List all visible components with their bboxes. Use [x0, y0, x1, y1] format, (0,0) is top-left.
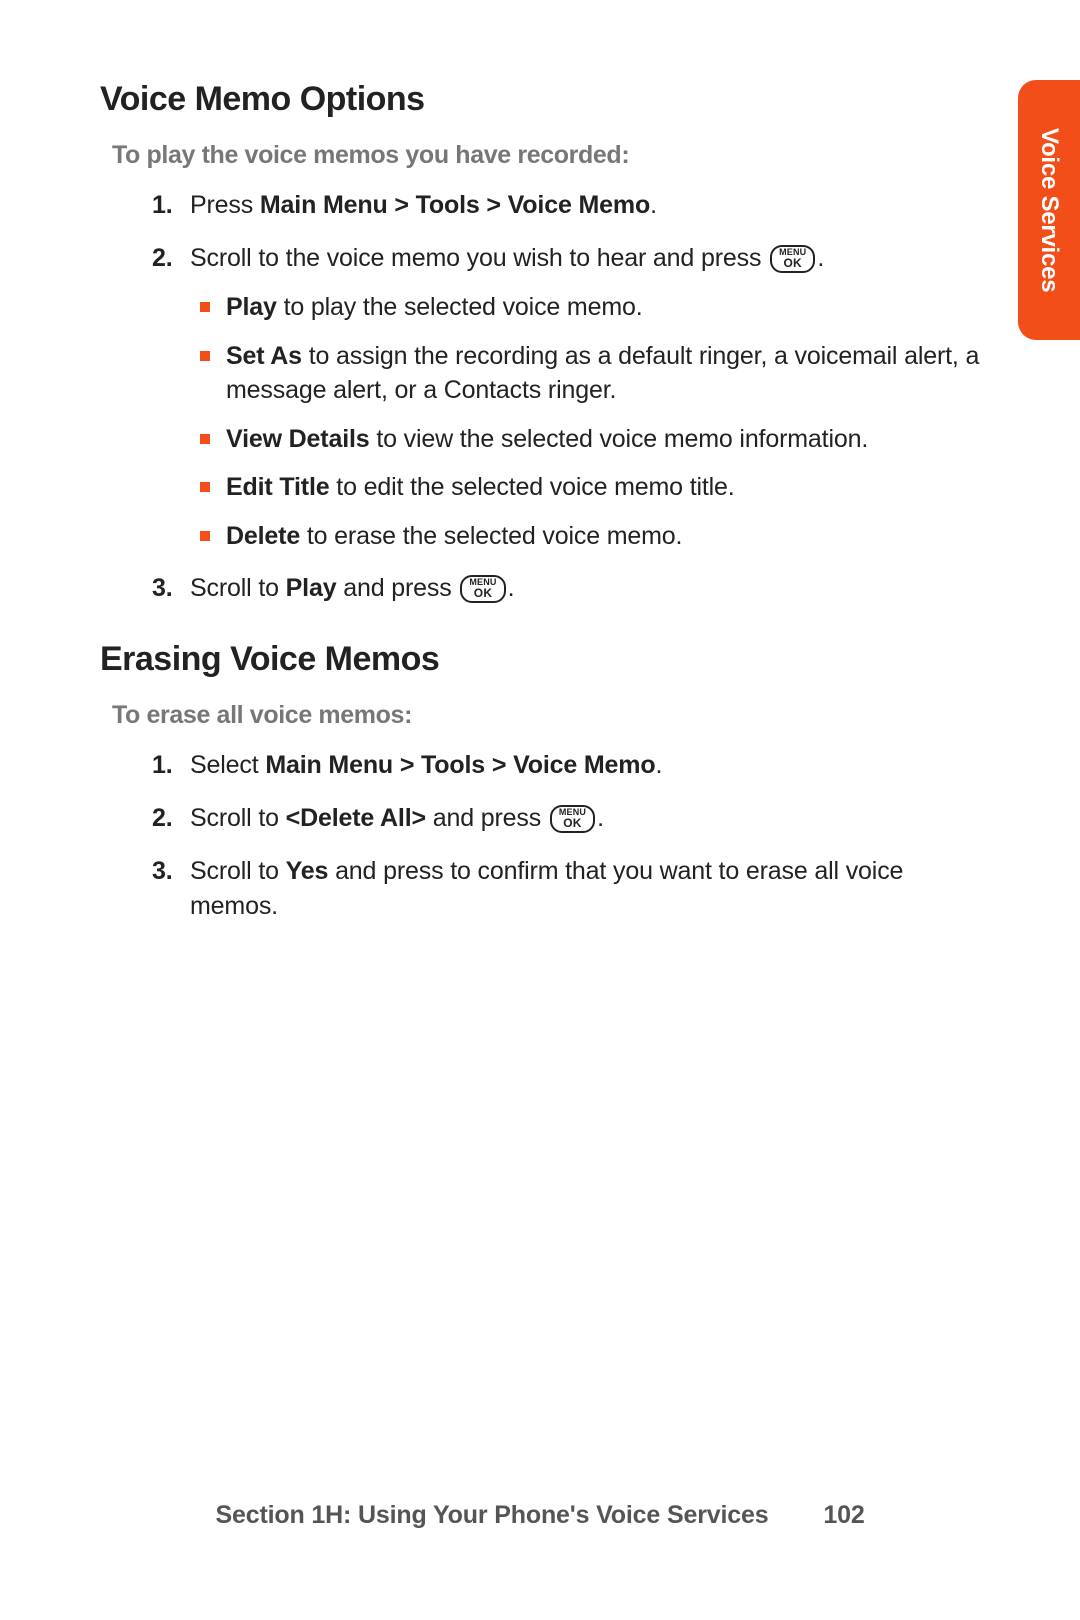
step-bold: Main Menu > Tools > Voice Memo: [265, 751, 655, 779]
option-edit-title: Edit Title to edit the selected voice me…: [194, 470, 980, 505]
step-number: 1.: [152, 188, 173, 223]
option-view-details: View Details to view the selected voice …: [194, 422, 980, 457]
page-footer: Section 1H: Using Your Phone's Voice Ser…: [0, 1501, 1080, 1530]
step-post: .: [508, 574, 515, 602]
page-content: Voice Memo Options To play the voice mem…: [0, 0, 1080, 924]
menu-ok-key-icon: MENUOK: [460, 575, 505, 603]
step-number: 1.: [152, 748, 173, 783]
step-post: .: [650, 191, 657, 219]
step-mid: and press: [426, 804, 548, 832]
step-number: 3.: [152, 854, 173, 889]
step-text: Scroll to: [190, 574, 286, 602]
subheading-erase-memos: To erase all voice memos:: [112, 701, 980, 730]
heading-voice-memo-options: Voice Memo Options: [100, 80, 980, 119]
step-bold: Play: [286, 574, 337, 602]
option-delete: Delete to erase the selected voice memo.: [194, 519, 980, 554]
page-number: 102: [823, 1501, 864, 1530]
step-post: .: [817, 244, 824, 272]
step-bold: <Delete All>: [286, 804, 426, 832]
step-text: Scroll to: [190, 857, 286, 885]
menu-ok-key-icon: MENUOK: [550, 805, 595, 833]
step-bold: Yes: [286, 857, 329, 885]
step-post: .: [597, 804, 604, 832]
step-mid: and press: [336, 574, 458, 602]
step-2: 2. Scroll to the voice memo you wish to …: [152, 241, 980, 553]
step-text: Scroll to: [190, 804, 286, 832]
step-1: 1. Press Main Menu > Tools > Voice Memo.: [152, 188, 980, 223]
option-set-as: Set As to assign the recording as a defa…: [194, 339, 980, 408]
step-number: 3.: [152, 571, 173, 606]
heading-erasing-voice-memos: Erasing Voice Memos: [100, 640, 980, 679]
step-number: 2.: [152, 801, 173, 836]
step-number: 2.: [152, 241, 173, 276]
step-3: 3. Scroll to Play and press MENUOK.: [152, 571, 980, 606]
step-text: Press: [190, 191, 260, 219]
step-2: 2. Scroll to <Delete All> and press MENU…: [152, 801, 980, 836]
option-play: Play to play the selected voice memo.: [194, 290, 980, 325]
footer-section-label: Section 1H: Using Your Phone's Voice Ser…: [215, 1501, 768, 1529]
menu-ok-key-icon: MENUOK: [770, 245, 815, 273]
steps-play-memos: 1. Press Main Menu > Tools > Voice Memo.…: [152, 188, 980, 606]
steps-erase-memos: 1. Select Main Menu > Tools > Voice Memo…: [152, 748, 980, 924]
step-bold: Main Menu > Tools > Voice Memo: [260, 191, 650, 219]
step-3: 3. Scroll to Yes and press to confirm th…: [152, 854, 980, 924]
side-tab: Voice Services: [1018, 80, 1080, 340]
step-1: 1. Select Main Menu > Tools > Voice Memo…: [152, 748, 980, 783]
side-tab-label: Voice Services: [1035, 128, 1063, 292]
step-text: Select: [190, 751, 265, 779]
step-text: Scroll to the voice memo you wish to hea…: [190, 244, 768, 272]
step-post: .: [655, 751, 662, 779]
subheading-play-memos: To play the voice memos you have recorde…: [112, 141, 980, 170]
options-list: Play to play the selected voice memo. Se…: [194, 290, 980, 553]
